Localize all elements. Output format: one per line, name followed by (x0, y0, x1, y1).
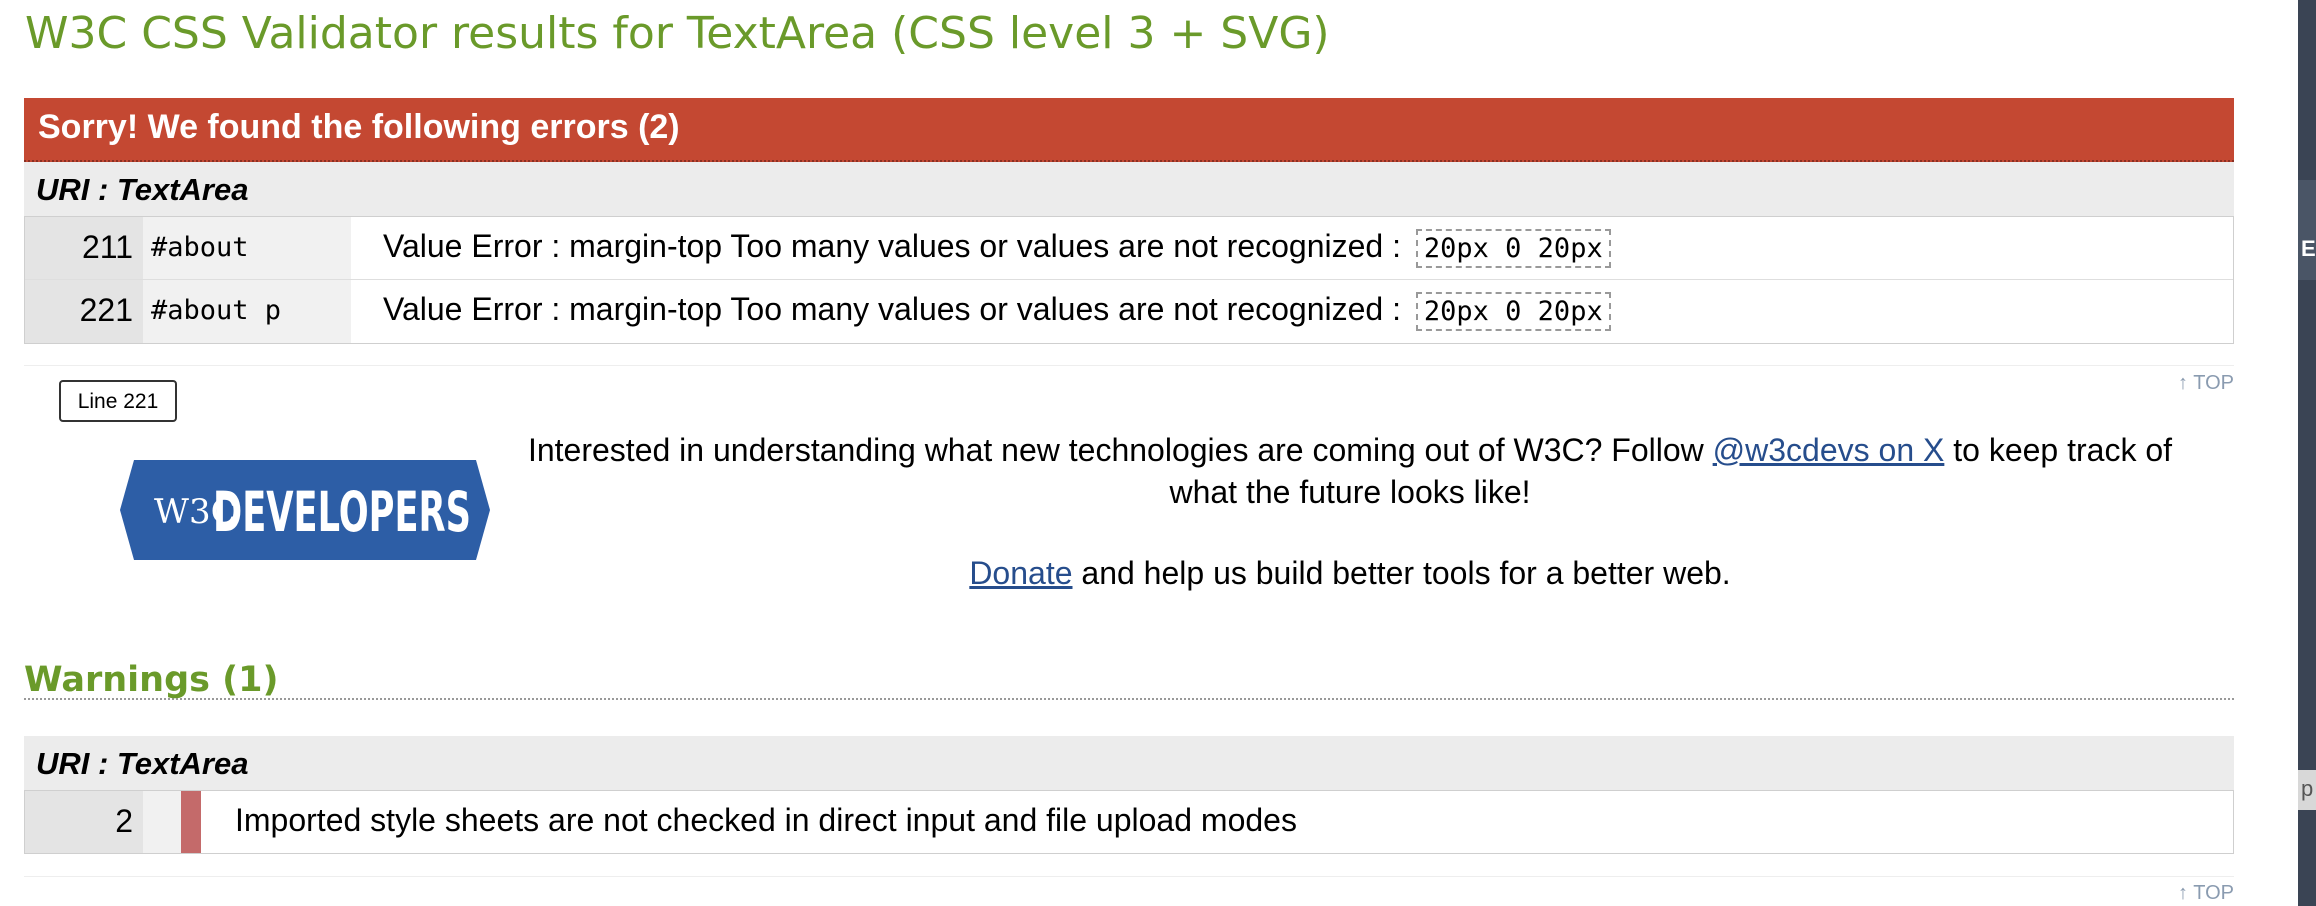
divider (24, 365, 2234, 366)
w3c-developers-logo[interactable]: W3C DEVELOPERS (120, 460, 490, 565)
w3cdevs-link[interactable]: @w3cdevs on X (1713, 432, 1945, 468)
divider (24, 876, 2234, 877)
table-row: 211 #about Value Error : margin-top Too … (25, 217, 2233, 280)
adjacent-window-text: E (2301, 236, 2316, 261)
warning-message: Imported style sheets are not checked in… (235, 802, 1297, 838)
warnings-table: 2 Imported style sheets are not checked … (24, 790, 2234, 854)
error-message: Value Error : margin-top Too many values… (351, 280, 2233, 343)
error-value: 20px 0 20px (1415, 292, 1611, 332)
error-message-text: Value Error : margin-top Too many values… (383, 291, 1401, 327)
page-title: W3C CSS Validator results for TextArea (… (25, 8, 1330, 59)
error-context: #about (143, 217, 351, 279)
warnings-uri-label: URI : TextArea (24, 736, 2234, 790)
w3c-developers-logo-icon: W3C DEVELOPERS (120, 460, 490, 560)
warning-line-number[interactable]: 2 (25, 791, 143, 853)
error-message-text: Value Error : margin-top Too many values… (383, 228, 1401, 264)
error-line-number[interactable]: 221 (25, 280, 143, 343)
top-link[interactable]: ↑ TOP (2178, 372, 2234, 395)
top-link[interactable]: ↑ TOP (2178, 882, 2234, 905)
promo-text-before: Interested in understanding what new tec… (527, 432, 1713, 468)
logo-text: DEVELOPERS (213, 480, 471, 544)
donate-link[interactable]: Donate (969, 555, 1072, 591)
promo-text: Interested in understanding what new tec… (500, 429, 2200, 513)
donate-line: Donate and help us build better tools fo… (500, 555, 2200, 592)
warning-level-marker (181, 791, 201, 853)
errors-header: Sorry! We found the following errors (2) (24, 98, 2234, 162)
error-line-number[interactable]: 211 (25, 217, 143, 279)
table-row: 221 #about p Value Error : margin-top To… (25, 280, 2233, 343)
errors-uri-label: URI : TextArea (24, 162, 2234, 216)
errors-table: 211 #about Value Error : margin-top Too … (24, 216, 2234, 344)
error-context: #about p (143, 280, 351, 343)
adjacent-window-text: p (2301, 776, 2314, 801)
warning-context (143, 791, 181, 853)
line-tooltip: Line 221 (59, 380, 177, 422)
error-value: 20px 0 20px (1415, 229, 1611, 269)
error-message: Value Error : margin-top Too many values… (351, 217, 2233, 279)
adjacent-window-panel (2298, 180, 2316, 280)
warnings-title: Warnings (1) (24, 660, 2234, 700)
donate-text: and help us build better tools for a bet… (1072, 555, 1731, 591)
